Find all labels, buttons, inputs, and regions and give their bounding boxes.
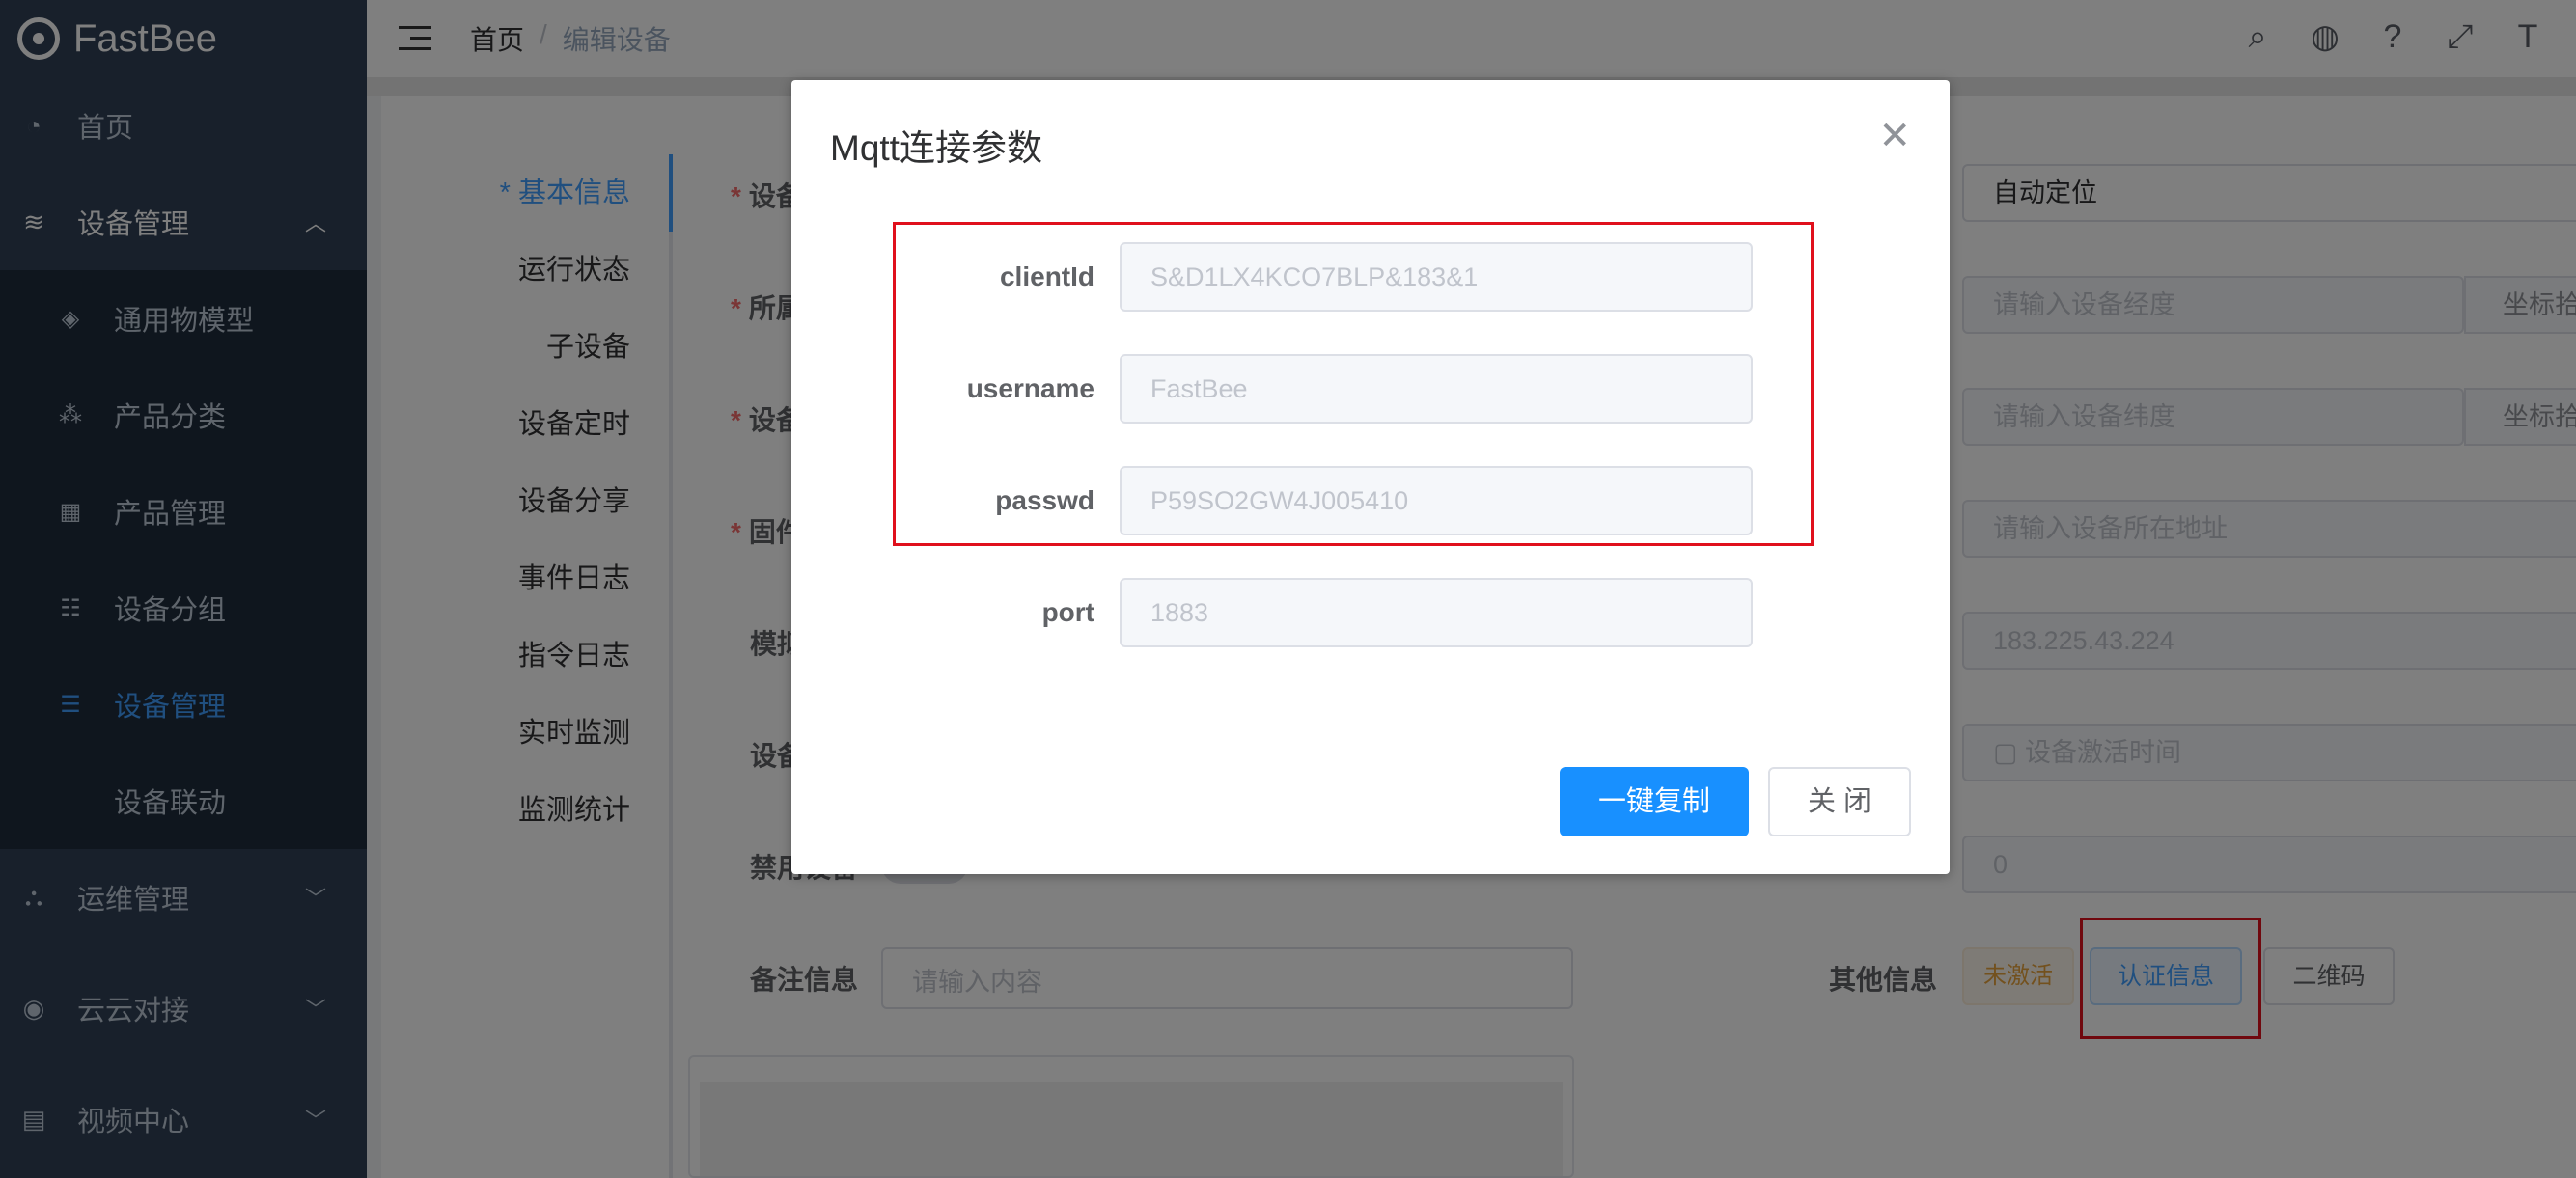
dialog-title: Mqtt连接参数 — [830, 128, 1042, 168]
copy-all-button[interactable]: 一键复制 — [1560, 767, 1749, 836]
field-row-port: port 1883 — [791, 578, 1950, 647]
close-button[interactable]: 关 闭 — [1768, 767, 1911, 836]
port-label: port — [1041, 597, 1094, 627]
highlight-box-credentials — [893, 222, 1814, 546]
mqtt-dialog: Mqtt连接参数 ✕ clientId S&D1LX4KCO7BLP&183&1… — [791, 80, 1950, 874]
port-input[interactable]: 1883 — [1120, 578, 1753, 647]
close-icon[interactable]: ✕ — [1878, 117, 1911, 155]
